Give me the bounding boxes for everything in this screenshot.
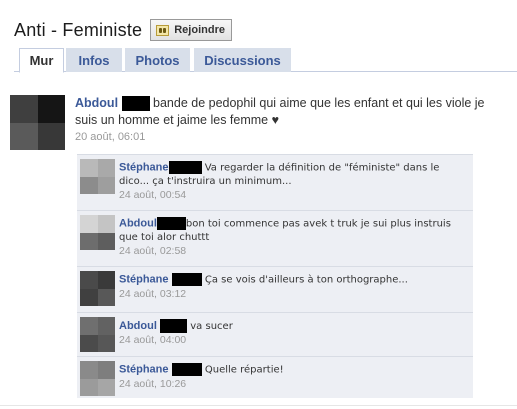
avatar[interactable] xyxy=(80,159,115,194)
redaction-bar xyxy=(168,161,202,174)
tab-photos[interactable]: Photos xyxy=(125,48,190,72)
comment-author-link[interactable]: Abdoul xyxy=(119,320,157,332)
comment-text: Quelle répartie! xyxy=(204,364,284,376)
comment-text: Ça se vois d'ailleurs à ton orthographe.… xyxy=(204,274,408,286)
post-author-link[interactable]: Abdoul xyxy=(75,96,118,110)
post-timestamp[interactable]: 20 août, 06:01 xyxy=(75,129,510,146)
comment-text: va sucer xyxy=(190,321,233,332)
comment-item: Stéphane Ça se vois d'ailleurs à ton ort… xyxy=(77,266,473,312)
comment-body: Stéphane Quelle répartie! 24 août, 10:26 xyxy=(119,363,469,391)
comment-author-link[interactable]: Stéphane xyxy=(119,162,169,174)
redaction-bar xyxy=(160,319,188,333)
tab-infos[interactable]: Infos xyxy=(66,48,122,72)
comment-timestamp[interactable]: 24 août, 02:58 xyxy=(119,245,469,258)
comment-timestamp[interactable]: 24 août, 10:26 xyxy=(119,378,469,391)
tab-discussions[interactable]: Discussions xyxy=(194,48,291,72)
comment-author-link[interactable]: Stéphane xyxy=(119,364,169,376)
comment-list: Stéphane Va regarder la définition de "f… xyxy=(77,154,473,398)
group-header: Anti - Feministe Rejoindre xyxy=(14,16,232,44)
comment-item: Abdoul va sucer 24 août, 04:00 xyxy=(77,312,473,356)
comment-body: Stéphane Va regarder la définition de "f… xyxy=(119,161,469,202)
comment-body: Abdoul bon toi commence pas avek t truk j… xyxy=(119,217,469,258)
tab-bar: Mur Infos Photos Discussions xyxy=(14,48,517,73)
comment-body: Abdoul va sucer 24 août, 04:00 xyxy=(119,319,469,347)
avatar[interactable] xyxy=(80,361,115,396)
comment-author-link[interactable]: Abdoul xyxy=(119,218,157,230)
join-button[interactable]: Rejoindre xyxy=(150,19,232,41)
comment-author-link[interactable]: Stéphane xyxy=(119,274,169,286)
comment-body: Stéphane Ça se vois d'ailleurs à ton ort… xyxy=(119,273,469,301)
redaction-bar xyxy=(171,273,202,286)
comment-item: Stéphane Va regarder la définition de "f… xyxy=(77,154,473,210)
tab-mur[interactable]: Mur xyxy=(19,48,64,73)
redaction-bar xyxy=(121,96,150,112)
comment-item: Abdoul bon toi commence pas avek t truk j… xyxy=(77,210,473,266)
avatar[interactable] xyxy=(80,317,115,352)
comment-timestamp[interactable]: 24 août, 04:00 xyxy=(119,334,469,347)
join-group-icon xyxy=(156,24,170,36)
join-button-label: Rejoindre xyxy=(174,24,225,36)
page-title: Anti - Feministe xyxy=(14,19,143,40)
avatar[interactable] xyxy=(80,215,115,250)
comment-item: Stéphane Quelle répartie! 24 août, 10:26 xyxy=(77,356,473,398)
comment-timestamp[interactable]: 24 août, 00:54 xyxy=(119,189,469,202)
redaction-bar xyxy=(156,217,186,230)
avatar[interactable] xyxy=(80,271,115,306)
redaction-bar xyxy=(171,363,202,376)
avatar[interactable] xyxy=(10,95,65,150)
comment-timestamp[interactable]: 24 août, 03:12 xyxy=(119,288,469,301)
divider xyxy=(0,405,517,406)
post-body: Abdoul bande de pedophil qui aime que le… xyxy=(75,95,510,146)
